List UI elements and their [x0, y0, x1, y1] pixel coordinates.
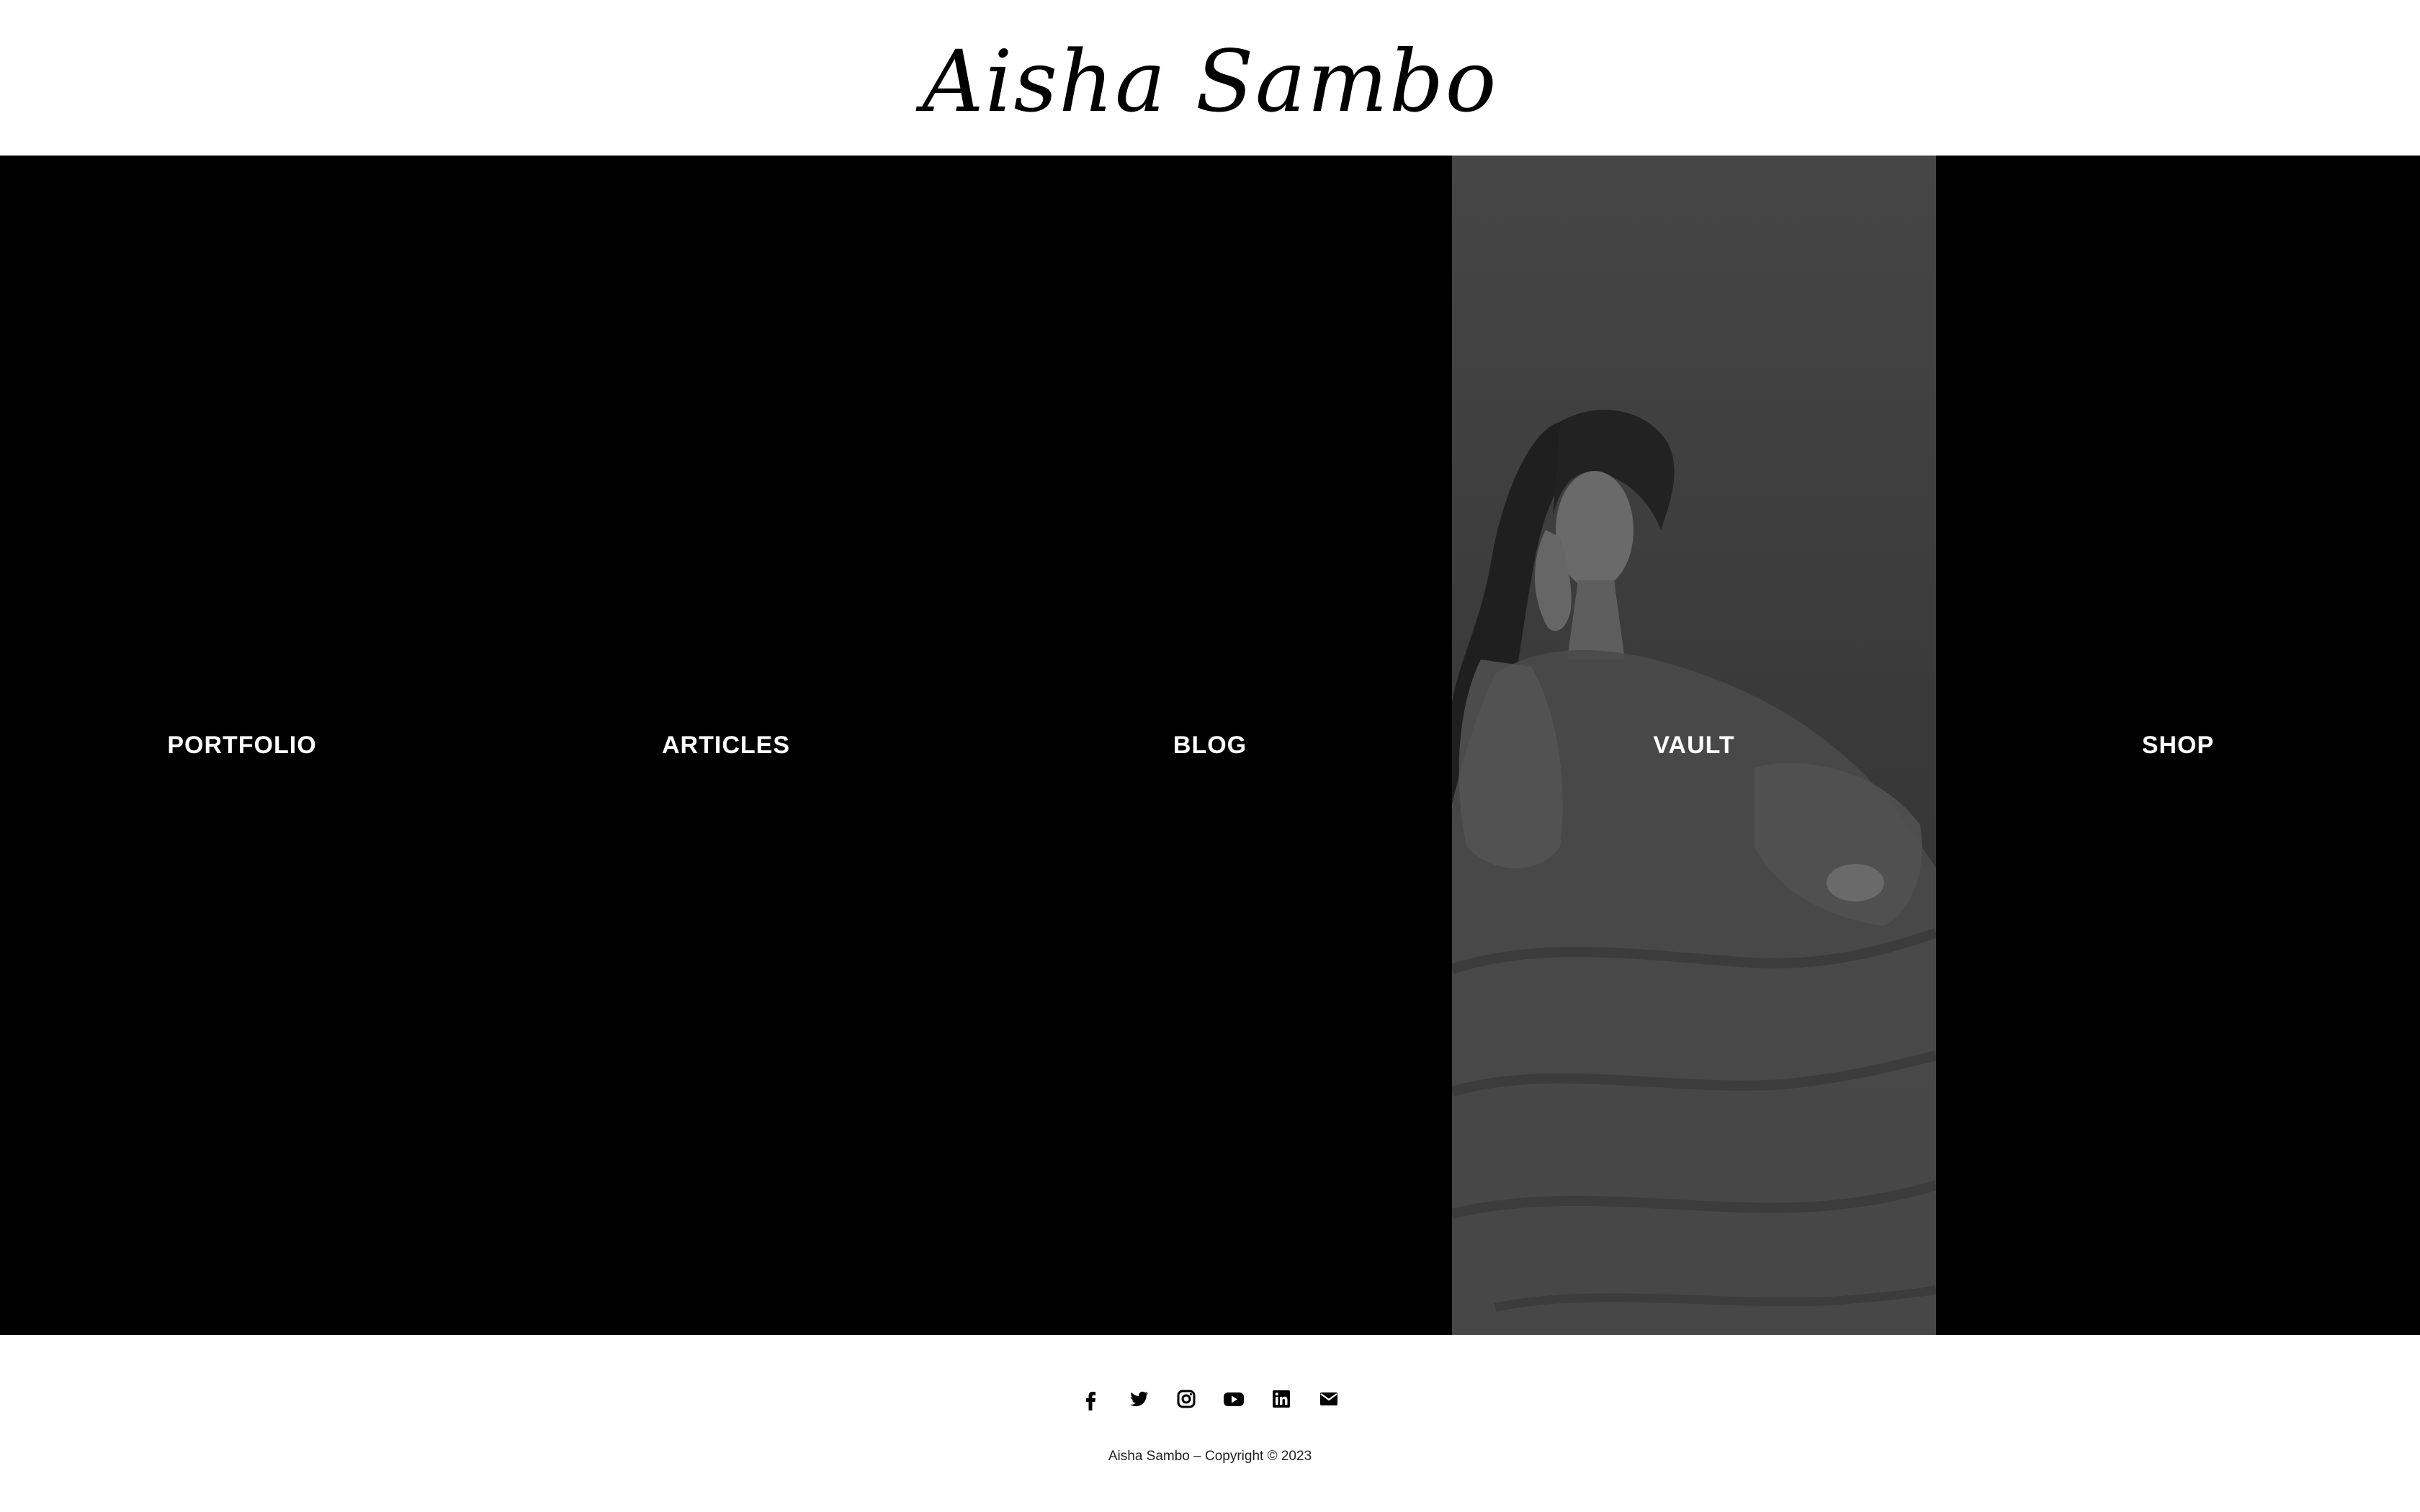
menu-label-vault: VAULT [1653, 731, 1735, 759]
menu-label-blog: BLOG [1173, 731, 1247, 759]
menu-panel-portfolio[interactable]: PORTFOLIO [0, 156, 484, 1335]
site-footer: Aisha Sambo – Copyright © 2023 [0, 1335, 2420, 1512]
envelope-icon[interactable] [1316, 1386, 1342, 1412]
menu-label-portfolio: PORTFOLIO [167, 731, 317, 759]
menu-panel-vault[interactable]: VAULT [1452, 156, 1936, 1335]
copyright-text: Aisha Sambo – Copyright © 2023 [1108, 1449, 1312, 1464]
facebook-icon[interactable] [1078, 1386, 1104, 1412]
twitter-icon[interactable] [1126, 1386, 1152, 1412]
menu-label-articles: ARTICLES [662, 731, 790, 759]
linkedin-icon[interactable] [1268, 1386, 1294, 1412]
menu-panel-articles[interactable]: ARTICLES [484, 156, 968, 1335]
menu-panel-shop[interactable]: SHOP [1936, 156, 2420, 1335]
youtube-icon[interactable] [1221, 1386, 1247, 1412]
main-menu-panels: PORTFOLIO ARTICLES BLOG VAULT SHOP [0, 156, 2420, 1335]
menu-panel-blog[interactable]: BLOG [968, 156, 1452, 1335]
menu-label-shop: SHOP [2141, 731, 2215, 759]
site-header: Aisha Sambo [0, 0, 2420, 156]
instagram-icon[interactable] [1173, 1386, 1199, 1412]
social-links [0, 1386, 2420, 1412]
site-logo[interactable]: Aisha Sambo [922, 39, 1497, 124]
